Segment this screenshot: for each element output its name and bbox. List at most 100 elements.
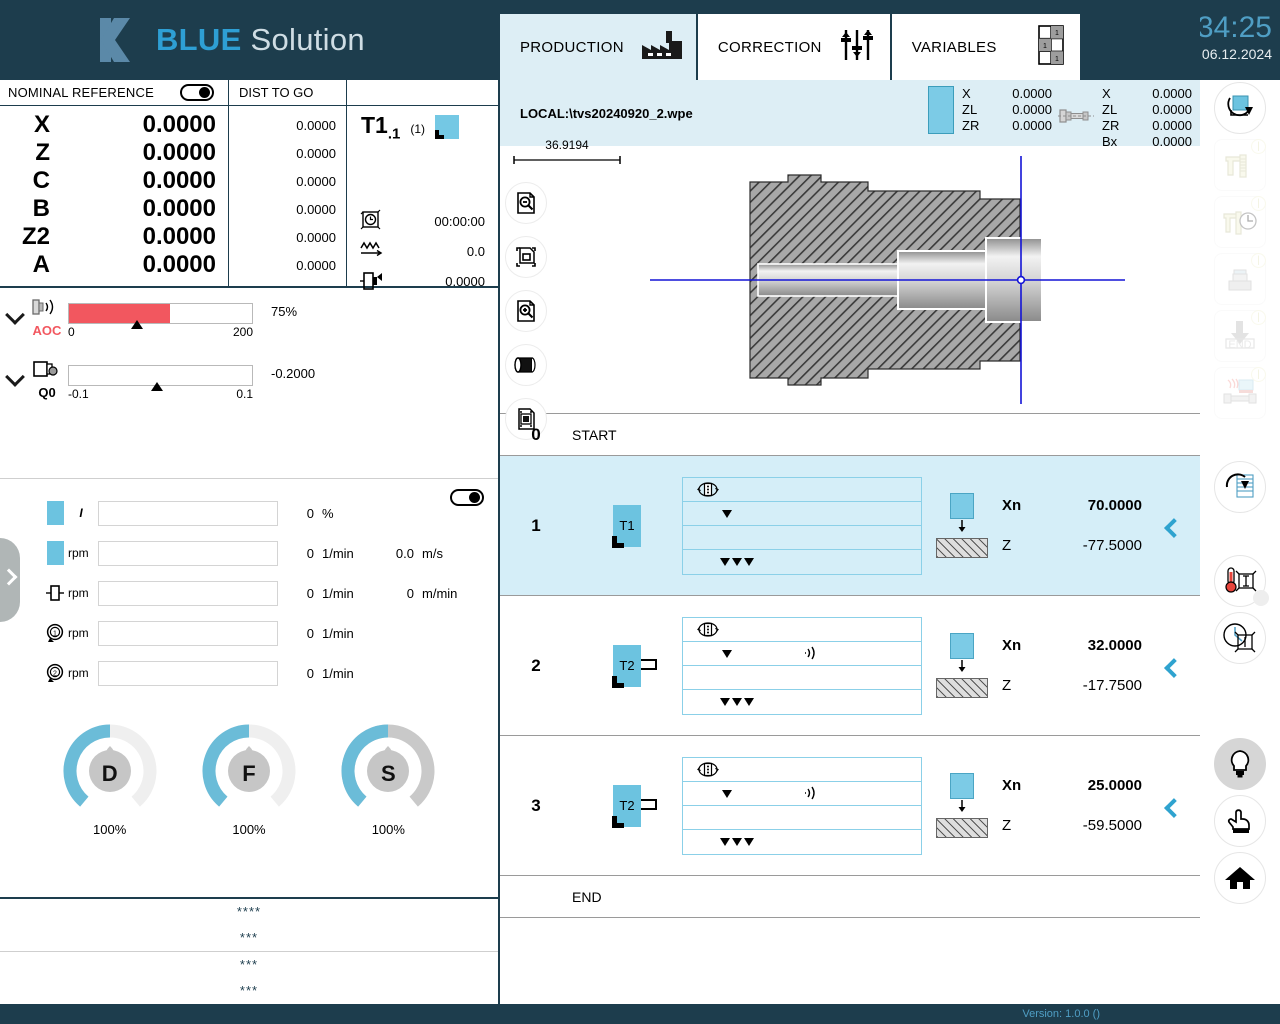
step-values: Xn25.0000 Z-59.5000 <box>1002 766 1152 846</box>
aoc-slider-fill <box>69 304 170 323</box>
nominal-reference-toggle[interactable] <box>180 84 214 101</box>
single-triangle-icon <box>719 787 735 805</box>
sidebar-home-button[interactable] <box>1214 852 1266 904</box>
coordinate-group-spindle: X0.0000 ZL0.0000 ZR0.0000 Bx0.0000 <box>1058 86 1192 150</box>
coord-value: 0.0000 <box>1136 102 1192 118</box>
sidebar-hand-button[interactable] <box>1214 795 1266 847</box>
tab-label: PRODUCTION <box>520 39 624 56</box>
step-tool[interactable]: T2 <box>572 785 682 827</box>
zoom-out-icon[interactable] <box>505 182 547 224</box>
step-row-end[interactable]: END <box>500 876 1200 918</box>
gauge-d[interactable]: D 100% <box>60 723 160 837</box>
stock-hatch-icon <box>936 678 988 698</box>
active-tool-count: (1) <box>410 122 425 136</box>
left-panel: NOMINAL REFERENCE DIST TO GO X0.0000 Z0.… <box>0 80 500 1004</box>
sidebar-stack-button[interactable]: | <box>1214 253 1266 305</box>
dist-value: 0.0000 <box>229 174 346 202</box>
coord-value: 0.0000 <box>1136 118 1192 134</box>
step-expand-chevron-icon[interactable] <box>1164 518 1184 538</box>
spindle-input[interactable] <box>98 501 278 526</box>
step-parameter-grid[interactable] <box>682 757 922 855</box>
aoc-slider-marker[interactable] <box>131 320 143 329</box>
spindle-value: 0 <box>278 626 314 641</box>
message-line: **** <box>0 899 498 925</box>
param-row-4 <box>683 830 921 854</box>
triple-triangle-icon <box>719 555 765 573</box>
sound-wave-icon <box>803 785 821 806</box>
step-parameter-grid[interactable] <box>682 617 922 715</box>
tool-stat-row: 00:00:00 <box>359 206 489 236</box>
gauge-f[interactable]: F 100% <box>199 723 299 837</box>
step-number: 0 <box>500 425 572 445</box>
fit-to-page-icon[interactable] <box>505 236 547 278</box>
step-row[interactable]: 2 T2 <box>500 596 1200 736</box>
spindle-value: 0 <box>278 506 314 521</box>
sidebar-workpiece-rotate-button[interactable] <box>1214 82 1266 134</box>
tab-variables[interactable]: VARIABLES 1 1 1 <box>892 14 1082 80</box>
sidebar-thermometer-button[interactable] <box>1214 555 1266 607</box>
sidebar-caliper-timer-button[interactable]: | <box>1214 196 1266 248</box>
gauge-s[interactable]: S 100% <box>338 723 438 837</box>
arrow-down-end-icon: END <box>1222 319 1258 353</box>
step-z-value: -59.5000 <box>1042 817 1152 834</box>
dist-to-go-label: DIST TO GO <box>228 80 346 105</box>
spindle-unit: 1/min <box>314 546 368 561</box>
axis-value: 0.0000 <box>72 195 228 223</box>
step-row-start[interactable]: 0 START <box>500 414 1200 456</box>
panel-expand-handle[interactable] <box>0 538 20 622</box>
step-z-value: -77.5000 <box>1042 537 1152 554</box>
override-row-aoc: AOC 0 200 75% <box>0 296 498 358</box>
sensor-wave-icon <box>29 307 65 324</box>
step-expand-chevron-icon[interactable] <box>1164 798 1184 818</box>
step-row[interactable]: 3 T2 <box>500 736 1200 876</box>
spindle-input[interactable] <box>98 621 278 646</box>
clock-compensation-icon <box>1221 621 1259 655</box>
stock-hatch-icon <box>936 538 988 558</box>
step-expand-chevron-icon[interactable] <box>1164 658 1184 678</box>
step-parameter-grid[interactable] <box>682 477 922 575</box>
tab-production[interactable]: PRODUCTION <box>500 14 698 80</box>
file-info-bar: LOCAL:\tvs20240920_2.wpe X0.0000 ZL0.000… <box>500 80 1200 146</box>
axis-row: C0.0000 <box>0 167 228 195</box>
coord-axis: ZL <box>962 102 996 118</box>
caliper-icon <box>1223 149 1257 181</box>
spindle-input[interactable] <box>98 541 278 566</box>
cylinder-3d-icon[interactable] <box>505 344 547 386</box>
chevron-down-icon[interactable] <box>4 366 26 388</box>
tab-correction[interactable]: CORRECTION <box>698 14 892 80</box>
aoc-slider-track[interactable] <box>68 303 253 324</box>
tool-extension-icon <box>641 659 657 670</box>
message-area: **** *** *** *** <box>0 897 498 1004</box>
spindle-input[interactable] <box>98 581 278 606</box>
spindle-value: 0 <box>278 586 314 601</box>
spindle-panel-toggle[interactable] <box>450 489 484 506</box>
step-values: Xn32.0000 Z-17.7500 <box>1002 626 1152 706</box>
chevron-down-icon[interactable] <box>4 304 26 326</box>
sidebar-badge: | <box>1251 310 1266 325</box>
dist-value: 0.0000 <box>229 118 346 146</box>
q0-slider-track[interactable] <box>68 365 253 386</box>
step-number: 1 <box>500 516 572 536</box>
step-tool[interactable]: T1 <box>572 505 682 547</box>
step-tool[interactable]: T2 <box>572 645 682 687</box>
sidebar-grinding-button[interactable]: | <box>1214 367 1266 419</box>
step-row[interactable]: 1 T1 <box>500 456 1200 596</box>
step-geometry <box>922 493 1002 558</box>
spindle-row: 2 rpm 0 1/min <box>0 653 498 693</box>
zoom-in-icon[interactable] <box>505 290 547 332</box>
q0-slider-marker[interactable] <box>151 382 163 391</box>
workpiece-viewport[interactable]: 36.9194 <box>500 146 1200 414</box>
triple-triangle-icon <box>719 695 765 713</box>
step-number: 2 <box>500 656 572 676</box>
coord-axis: ZR <box>962 118 996 134</box>
coord-value: 0.0000 <box>996 102 1052 118</box>
sidebar-lightbulb-button[interactable] <box>1214 738 1266 790</box>
dist-value: 0.0000 <box>229 230 346 258</box>
spindle-input[interactable] <box>98 661 278 686</box>
spindle-value2: 0 <box>368 586 414 601</box>
sidebar-end-button[interactable]: | END <box>1214 310 1266 362</box>
sidebar-clock-compensation-button[interactable] <box>1214 612 1266 664</box>
sidebar-caliper-button[interactable]: | <box>1214 139 1266 191</box>
sidebar-ladder-step-button[interactable] <box>1214 461 1266 513</box>
nominal-values-column: X0.0000 Z0.0000 C0.0000 B0.0000 Z20.0000… <box>0 106 228 286</box>
